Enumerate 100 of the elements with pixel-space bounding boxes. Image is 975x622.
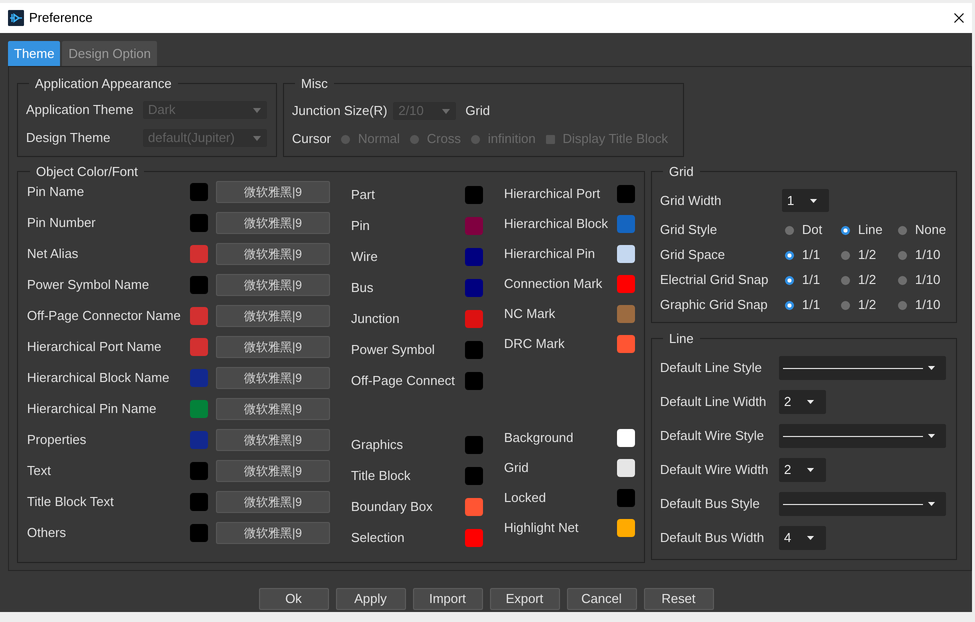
color-swatch-icon[interactable] (190, 307, 208, 325)
font-button[interactable]: 微软雅黑|9 (216, 429, 330, 451)
color-swatch-icon[interactable] (465, 467, 483, 485)
field-label: Default Wire Style (660, 427, 766, 446)
close-icon[interactable] (954, 13, 964, 23)
color-swatch-icon[interactable] (190, 431, 208, 449)
radio-option[interactable]: Line (838, 220, 895, 240)
color-swatch-icon[interactable] (465, 436, 483, 454)
dialog-button[interactable]: Export (490, 588, 560, 610)
color-swatch-icon[interactable] (617, 334, 635, 352)
radio-option[interactable]: 1/10 (895, 245, 940, 265)
font-button[interactable]: 微软雅黑|9 (216, 212, 330, 234)
color-swatch-icon[interactable] (190, 338, 208, 356)
color-swatch-icon[interactable] (617, 184, 635, 202)
field-label: Off-Page Connect (351, 372, 456, 390)
dropdown[interactable]: 1 (782, 189, 829, 212)
field-label: Default Bus Style (660, 495, 761, 514)
field-label: Electrial Grid Snap (660, 271, 770, 290)
color-swatch-icon[interactable] (465, 310, 483, 328)
radio-option[interactable]: 1/1 (782, 270, 838, 290)
field-label: Boundary Box (351, 498, 434, 516)
color-swatch-icon[interactable] (190, 369, 208, 387)
font-button[interactable]: 微软雅黑|9 (216, 398, 330, 420)
field-label: Background (504, 428, 574, 447)
radio-option[interactable]: None (895, 220, 946, 240)
field-label: Part (351, 186, 376, 204)
color-swatch-icon[interactable] (465, 217, 483, 235)
color-swatch-icon[interactable] (190, 400, 208, 418)
radio-option[interactable]: 1/2 (838, 270, 895, 290)
field-label: Text (27, 462, 52, 480)
caret-icon (807, 400, 814, 404)
color-swatch-icon[interactable] (617, 428, 635, 446)
font-button[interactable]: 微软雅黑|9 (216, 274, 330, 296)
color-swatch-icon[interactable] (190, 183, 208, 201)
dialog-button[interactable]: Apply (336, 588, 406, 610)
font-button[interactable]: 微软雅黑|9 (216, 460, 330, 482)
field-label: Properties (27, 431, 88, 450)
color-swatch-icon[interactable] (617, 274, 635, 292)
field-label: Highlight Net (504, 518, 580, 537)
radio-option[interactable]: 1/10 (895, 270, 940, 290)
field-label: Pin Name (27, 183, 86, 202)
dialog-button[interactable]: Import (412, 588, 482, 610)
font-button[interactable]: 微软雅黑|9 (216, 243, 330, 265)
radio-option[interactable]: Dot (782, 220, 838, 240)
solid-line-icon (783, 434, 923, 438)
font-button[interactable]: 微软雅黑|9 (216, 367, 330, 389)
color-swatch-icon[interactable] (465, 341, 483, 359)
radio-option[interactable]: 1/2 (838, 295, 895, 315)
color-swatch-icon[interactable] (465, 279, 483, 297)
color-swatch-icon[interactable] (190, 214, 208, 232)
dialog-button[interactable]: Cancel (566, 588, 636, 610)
color-swatch-icon[interactable] (190, 462, 208, 480)
radio-option[interactable]: 1/10 (895, 295, 940, 315)
color-swatch-icon[interactable] (190, 276, 208, 294)
color-swatch-icon[interactable] (190, 245, 208, 263)
color-swatch-icon[interactable] (465, 186, 483, 204)
field-label: DRC Mark (504, 334, 566, 353)
group-title: Application Appearance (34, 76, 173, 91)
dropdown[interactable]: 2 (779, 390, 826, 414)
font-button[interactable]: 微软雅黑|9 (216, 336, 330, 358)
solid-line-icon (783, 366, 923, 370)
caret-icon (253, 108, 261, 112)
field-label: Locked (504, 488, 547, 507)
dialog-button[interactable]: Ok (258, 588, 328, 610)
field-label: Graphics (351, 436, 404, 454)
color-swatch-icon[interactable] (617, 488, 635, 506)
dropdown[interactable]: 4 (779, 526, 826, 550)
color-swatch-icon[interactable] (190, 493, 208, 511)
dropdown[interactable]: 2 (779, 458, 826, 482)
field-label: Hierarchical Block (504, 214, 610, 233)
color-swatch-icon[interactable] (465, 248, 483, 266)
line-style-dropdown[interactable] (779, 424, 946, 448)
font-button[interactable]: 微软雅黑|9 (216, 181, 330, 203)
color-swatch-icon[interactable] (465, 372, 483, 390)
color-swatch-icon[interactable] (617, 244, 635, 262)
font-button[interactable]: 微软雅黑|9 (216, 305, 330, 327)
color-swatch-icon[interactable] (617, 214, 635, 232)
line-style-dropdown[interactable] (779, 492, 946, 516)
radio-option[interactable]: 1/1 (782, 245, 838, 265)
radio-option[interactable]: 1/2 (838, 245, 895, 265)
color-swatch-icon[interactable] (617, 304, 635, 322)
color-swatch-icon[interactable] (465, 529, 483, 547)
color-swatch-icon[interactable] (465, 498, 483, 516)
color-swatch-icon[interactable] (190, 524, 208, 542)
window-title: Preference (29, 9, 93, 28)
field-label: Others (27, 524, 68, 542)
dialog-button[interactable]: Reset (644, 588, 714, 610)
field-label: Bus (351, 279, 374, 298)
field-label: Hierarchical Pin (504, 244, 596, 263)
color-swatch-icon[interactable] (617, 518, 635, 536)
field-label: Pin Number (27, 214, 97, 232)
color-swatch-icon[interactable] (617, 458, 635, 476)
font-button[interactable]: 微软雅黑|9 (216, 522, 330, 544)
font-button[interactable]: 微软雅黑|9 (216, 491, 330, 513)
field-label: Pin (351, 217, 371, 236)
field-label: Off-Page Connector Name (27, 307, 182, 326)
line-style-dropdown[interactable] (779, 356, 946, 380)
radio-option[interactable]: 1/1 (782, 295, 838, 315)
group-title: Line (668, 331, 695, 346)
solid-line-icon (783, 502, 923, 506)
